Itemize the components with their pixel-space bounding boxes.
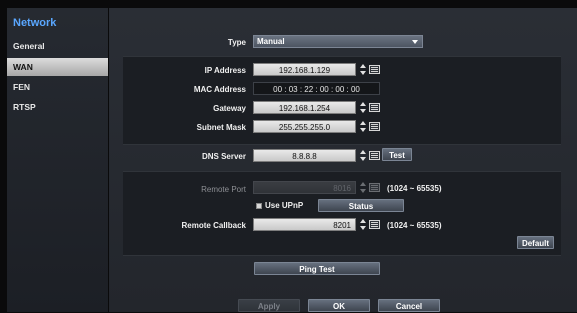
gateway-label: Gateway [213,104,246,113]
type-select[interactable]: Manual [253,35,423,48]
sidebar-item-general[interactable]: General [7,37,108,55]
mac-address-field: 00 : 03 : 22 : 00 : 00 : 00 [253,82,380,95]
type-label: Type [227,38,246,47]
dns-server-field[interactable]: 8.8.8.8 [253,149,356,162]
remote-callback-label: Remote Callback [181,221,246,230]
arrow-up-icon [360,64,366,68]
type-select-value: Manual [257,37,285,46]
arrow-down-icon [360,71,366,75]
keyboard-icon[interactable] [369,220,380,229]
dns-test-button[interactable]: Test [382,148,412,161]
cancel-button[interactable]: Cancel [378,299,440,312]
chevron-down-icon [412,40,418,44]
dns-server-spinner[interactable] [360,149,366,162]
ping-test-button[interactable]: Ping Test [254,262,380,275]
arrow-down-icon [360,189,366,193]
subnet-mask-field[interactable]: 255.255.255.0 [253,120,356,133]
ip-address-field[interactable]: 192.168.1.129 [253,63,356,76]
arrow-up-icon [360,219,366,223]
keyboard-icon[interactable] [369,122,380,131]
keyboard-icon[interactable] [369,65,380,74]
remote-callback-field[interactable]: 8201 [253,218,356,231]
arrow-down-icon [360,157,366,161]
ok-button[interactable]: OK [308,299,370,312]
gateway-field[interactable]: 192.168.1.254 [253,101,356,114]
use-upnp-label: Use UPnP [265,201,304,210]
arrow-down-icon [360,226,366,230]
default-button[interactable]: Default [517,236,554,249]
sidebar-item-rtsp[interactable]: RTSP [7,98,108,116]
ip-address-spinner[interactable] [360,63,366,76]
keyboard-icon[interactable] [369,183,380,192]
arrow-up-icon [360,182,366,186]
remote-port-spinner[interactable] [360,181,366,194]
sidebar: Network General WAN FEN RTSP [7,8,108,312]
remote-port-label: Remote Port [201,185,246,194]
arrow-up-icon [360,121,366,125]
apply-button[interactable]: Apply [238,299,300,312]
sidebar-item-wan[interactable]: WAN [7,58,108,76]
ip-address-label: IP Address [204,66,246,75]
remote-port-field[interactable]: 8016 [253,181,356,194]
remote-callback-spinner[interactable] [360,218,366,231]
remote-callback-range: (1024 ~ 65535) [387,221,442,230]
upnp-status-button[interactable]: Status [318,199,404,212]
sidebar-title: Network [13,17,57,29]
remote-port-range: (1024 ~ 65535) [387,184,442,193]
gateway-spinner[interactable] [360,101,366,114]
mac-address-label: MAC Address [193,85,246,94]
use-upnp-checkbox[interactable] [256,203,262,209]
subnet-mask-label: Subnet Mask [196,123,246,132]
network-settings-window: Network General WAN FEN RTSP Type Manual… [0,0,577,312]
keyboard-icon[interactable] [369,151,380,160]
arrow-up-icon [360,150,366,154]
dns-server-label: DNS Server [201,152,246,161]
arrow-down-icon [360,128,366,132]
arrow-up-icon [360,102,366,106]
keyboard-icon[interactable] [369,103,380,112]
sidebar-item-fen[interactable]: FEN [7,78,108,96]
subnet-mask-spinner[interactable] [360,120,366,133]
arrow-down-icon [360,109,366,113]
